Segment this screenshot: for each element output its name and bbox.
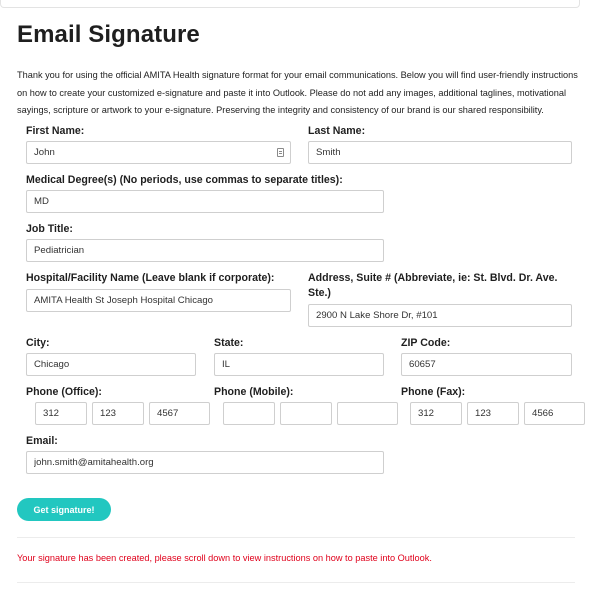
degree-value: MD [34, 196, 49, 207]
address-label: Address, Suite # (Abbreviate, ie: St. Bl… [308, 272, 558, 299]
phone-fax-area-value: 312 [418, 408, 435, 419]
phone-office-area-input[interactable]: 312 [35, 402, 87, 425]
degree-label: Medical Degree(s) (No periods, use comma… [26, 174, 343, 186]
phone-mobile-prefix-input[interactable] [280, 402, 332, 425]
last-name-input[interactable]: Smith [308, 141, 572, 164]
phone-fax-line-input[interactable]: 4566 [524, 402, 585, 425]
status-message: Your signature has been created, please … [17, 553, 432, 563]
phone-office-line-value: 4567 [157, 408, 179, 419]
email-value: john.smith@amitahealth.org [34, 457, 154, 468]
job-title-label: Job Title: [26, 223, 73, 235]
last-name-value: Smith [316, 147, 341, 158]
city-value: Chicago [34, 359, 70, 370]
address-value: 2900 N Lake Shore Dr, #101 [316, 310, 438, 321]
phone-office-prefix-input[interactable]: 123 [92, 402, 144, 425]
first-name-label: First Name: [26, 125, 85, 137]
job-title-input[interactable]: Pediatrician [26, 239, 384, 262]
zip-label: ZIP Code: [401, 337, 451, 349]
phone-fax-label: Phone (Fax): [401, 386, 466, 398]
first-name-input[interactable]: John [26, 141, 291, 164]
phone-mobile-label: Phone (Mobile): [214, 386, 294, 398]
phone-office-line-input[interactable]: 4567 [149, 402, 210, 425]
state-input[interactable]: IL [214, 353, 384, 376]
phone-fax-line-value: 4566 [532, 408, 554, 419]
hospital-input[interactable]: AMITA Health St Joseph Hospital Chicago [26, 289, 291, 312]
hospital-label: Hospital/Facility Name (Leave blank if c… [26, 272, 275, 284]
state-label: State: [214, 337, 244, 349]
get-signature-button[interactable]: Get signature! [17, 498, 111, 521]
divider [17, 582, 575, 583]
email-input[interactable]: john.smith@amitahealth.org [26, 451, 384, 474]
zip-input[interactable]: 60657 [401, 353, 572, 376]
phone-fax-area-input[interactable]: 312 [410, 402, 462, 425]
phone-office-prefix-value: 123 [100, 408, 117, 419]
phone-mobile-line-input[interactable] [337, 402, 398, 425]
phone-office-area-value: 312 [43, 408, 60, 419]
phone-office-label: Phone (Office): [26, 386, 102, 398]
last-name-label: Last Name: [308, 125, 366, 137]
zip-value: 60657 [409, 359, 436, 370]
degree-input[interactable]: MD [26, 190, 384, 213]
city-label: City: [26, 337, 50, 349]
city-input[interactable]: Chicago [26, 353, 196, 376]
state-value: IL [222, 359, 231, 370]
job-title-value: Pediatrician [34, 245, 85, 256]
divider [17, 537, 575, 538]
email-label: Email: [26, 435, 58, 447]
phone-mobile-area-input[interactable] [223, 402, 275, 425]
intro-text: Thank you for using the official AMITA H… [17, 70, 578, 115]
phone-fax-prefix-value: 123 [475, 408, 492, 419]
page-title: Email Signature [17, 21, 200, 48]
hospital-value: AMITA Health St Joseph Hospital Chicago [34, 295, 213, 306]
first-name-value: John [34, 147, 55, 158]
previous-section-box [0, 0, 580, 8]
autofill-contact-icon[interactable] [277, 148, 284, 157]
address-input[interactable]: 2900 N Lake Shore Dr, #101 [308, 304, 572, 327]
phone-fax-prefix-input[interactable]: 123 [467, 402, 519, 425]
